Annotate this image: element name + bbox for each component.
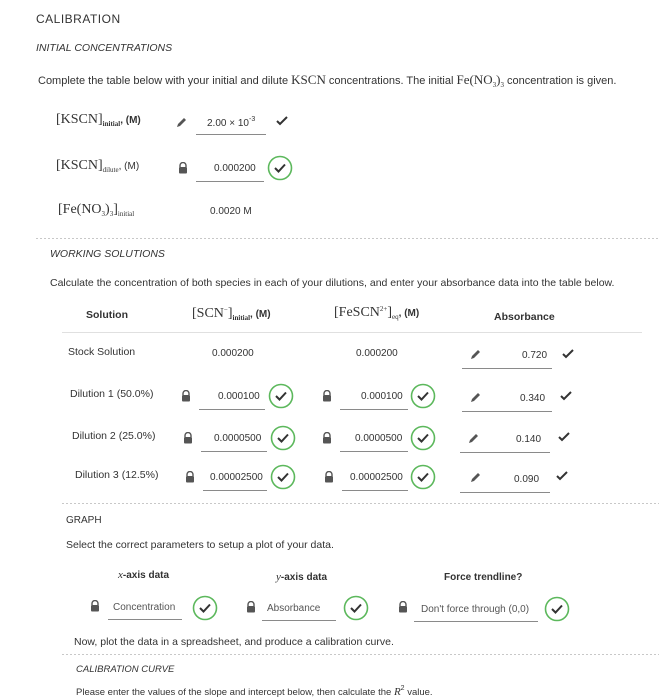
lock-icon xyxy=(398,601,408,613)
working-instructions: Calculate the concentration of both spec… xyxy=(50,277,615,289)
lock-icon xyxy=(322,390,332,402)
pencil-icon[interactable] xyxy=(470,348,482,360)
check-icon xyxy=(276,116,288,126)
lock-icon xyxy=(90,600,100,612)
feno3-initial-value: 0.0020 M xyxy=(210,206,252,217)
kscn-initial-label: [KSCN]initial, (M) xyxy=(56,112,141,128)
y-axis-select[interactable]: Absorbance xyxy=(267,603,320,614)
check-icon xyxy=(558,432,570,442)
y-axis-label: y-axis data xyxy=(276,571,328,583)
table-row-scn: 0.00002500 xyxy=(210,472,263,483)
correct-check-icon xyxy=(410,383,436,409)
table-row-scn: 0.000200 xyxy=(212,348,254,359)
lock-icon xyxy=(322,432,332,444)
check-icon xyxy=(560,391,572,401)
initial-heading: INITIAL CONCENTRATIONS xyxy=(36,42,173,54)
x-axis-label: x-axis data xyxy=(118,569,170,581)
correct-check-icon xyxy=(343,595,369,621)
table-row-scn: 0.0000500 xyxy=(214,433,262,444)
correct-check-icon xyxy=(410,425,436,451)
pencil-icon[interactable] xyxy=(470,471,482,483)
table-row-scn: 0.000100 xyxy=(218,391,260,402)
table-row-fescn: 0.000100 xyxy=(361,391,403,402)
trendline-label: Force trendline? xyxy=(444,572,523,583)
kscn-dilute-label: [KSCN]dilute, (M) xyxy=(56,158,140,174)
lock-icon xyxy=(185,471,195,483)
table-row-solution: Stock Solution xyxy=(68,346,136,358)
lock-icon xyxy=(178,162,188,174)
correct-check-icon xyxy=(544,596,570,622)
absorbance-input[interactable]: 0.090 xyxy=(514,474,539,485)
feno3-initial-label: [Fe(NO3)3]initial xyxy=(58,202,135,218)
pencil-icon[interactable] xyxy=(470,391,482,403)
initial-instructions: Complete the table below with your initi… xyxy=(38,72,617,89)
lock-icon xyxy=(183,432,193,444)
x-axis-select[interactable]: Concentration xyxy=(113,602,175,613)
absorbance-input[interactable]: 0.140 xyxy=(516,434,541,445)
kscn-initial-input[interactable]: 2.00 × 10-3 xyxy=(207,116,255,129)
graph-instructions: Select the correct parameters to setup a… xyxy=(66,539,334,551)
graph-note: Now, plot the data in a spreadsheet, and… xyxy=(74,636,394,648)
graph-heading: GRAPH xyxy=(66,515,102,526)
pencil-icon[interactable] xyxy=(176,116,188,128)
col-fescn: [FeSCN2+]eq, (M) xyxy=(334,305,420,321)
lock-icon xyxy=(181,390,191,402)
col-absorbance: Absorbance xyxy=(494,311,555,323)
working-heading: WORKING SOLUTIONS xyxy=(50,248,165,260)
check-icon xyxy=(562,349,574,359)
table-row-fescn: 0.0000500 xyxy=(355,433,403,444)
lock-icon xyxy=(246,601,256,613)
col-scn: [SCN−]initial, (M) xyxy=(192,306,271,322)
col-solution: Solution xyxy=(86,309,128,321)
kscn-dilute-value: 0.000200 xyxy=(214,163,256,174)
absorbance-input[interactable]: 0.340 xyxy=(520,393,545,404)
trendline-select[interactable]: Don't force through (0,0) xyxy=(421,604,529,615)
correct-check-icon xyxy=(192,595,218,621)
correct-check-icon xyxy=(267,155,293,181)
pencil-icon[interactable] xyxy=(468,432,480,444)
lock-icon xyxy=(324,471,334,483)
table-row-fescn: 0.000200 xyxy=(356,348,398,359)
table-row-solution: Dilution 3 (12.5%) xyxy=(75,469,159,481)
section-title: CALIBRATION xyxy=(36,12,121,26)
correct-check-icon xyxy=(270,464,296,490)
correct-check-icon xyxy=(268,383,294,409)
correct-check-icon xyxy=(410,464,436,490)
table-row-solution: Dilution 1 (50.0%) xyxy=(70,388,154,400)
table-row-solution: Dilution 2 (25.0%) xyxy=(72,430,156,442)
curve-instructions: Please enter the values of the slope and… xyxy=(76,685,433,698)
correct-check-icon xyxy=(270,425,296,451)
curve-heading: CALIBRATION CURVE xyxy=(76,664,175,675)
table-row-fescn: 0.00002500 xyxy=(350,472,403,483)
check-icon xyxy=(556,471,568,481)
absorbance-input[interactable]: 0.720 xyxy=(522,350,547,361)
